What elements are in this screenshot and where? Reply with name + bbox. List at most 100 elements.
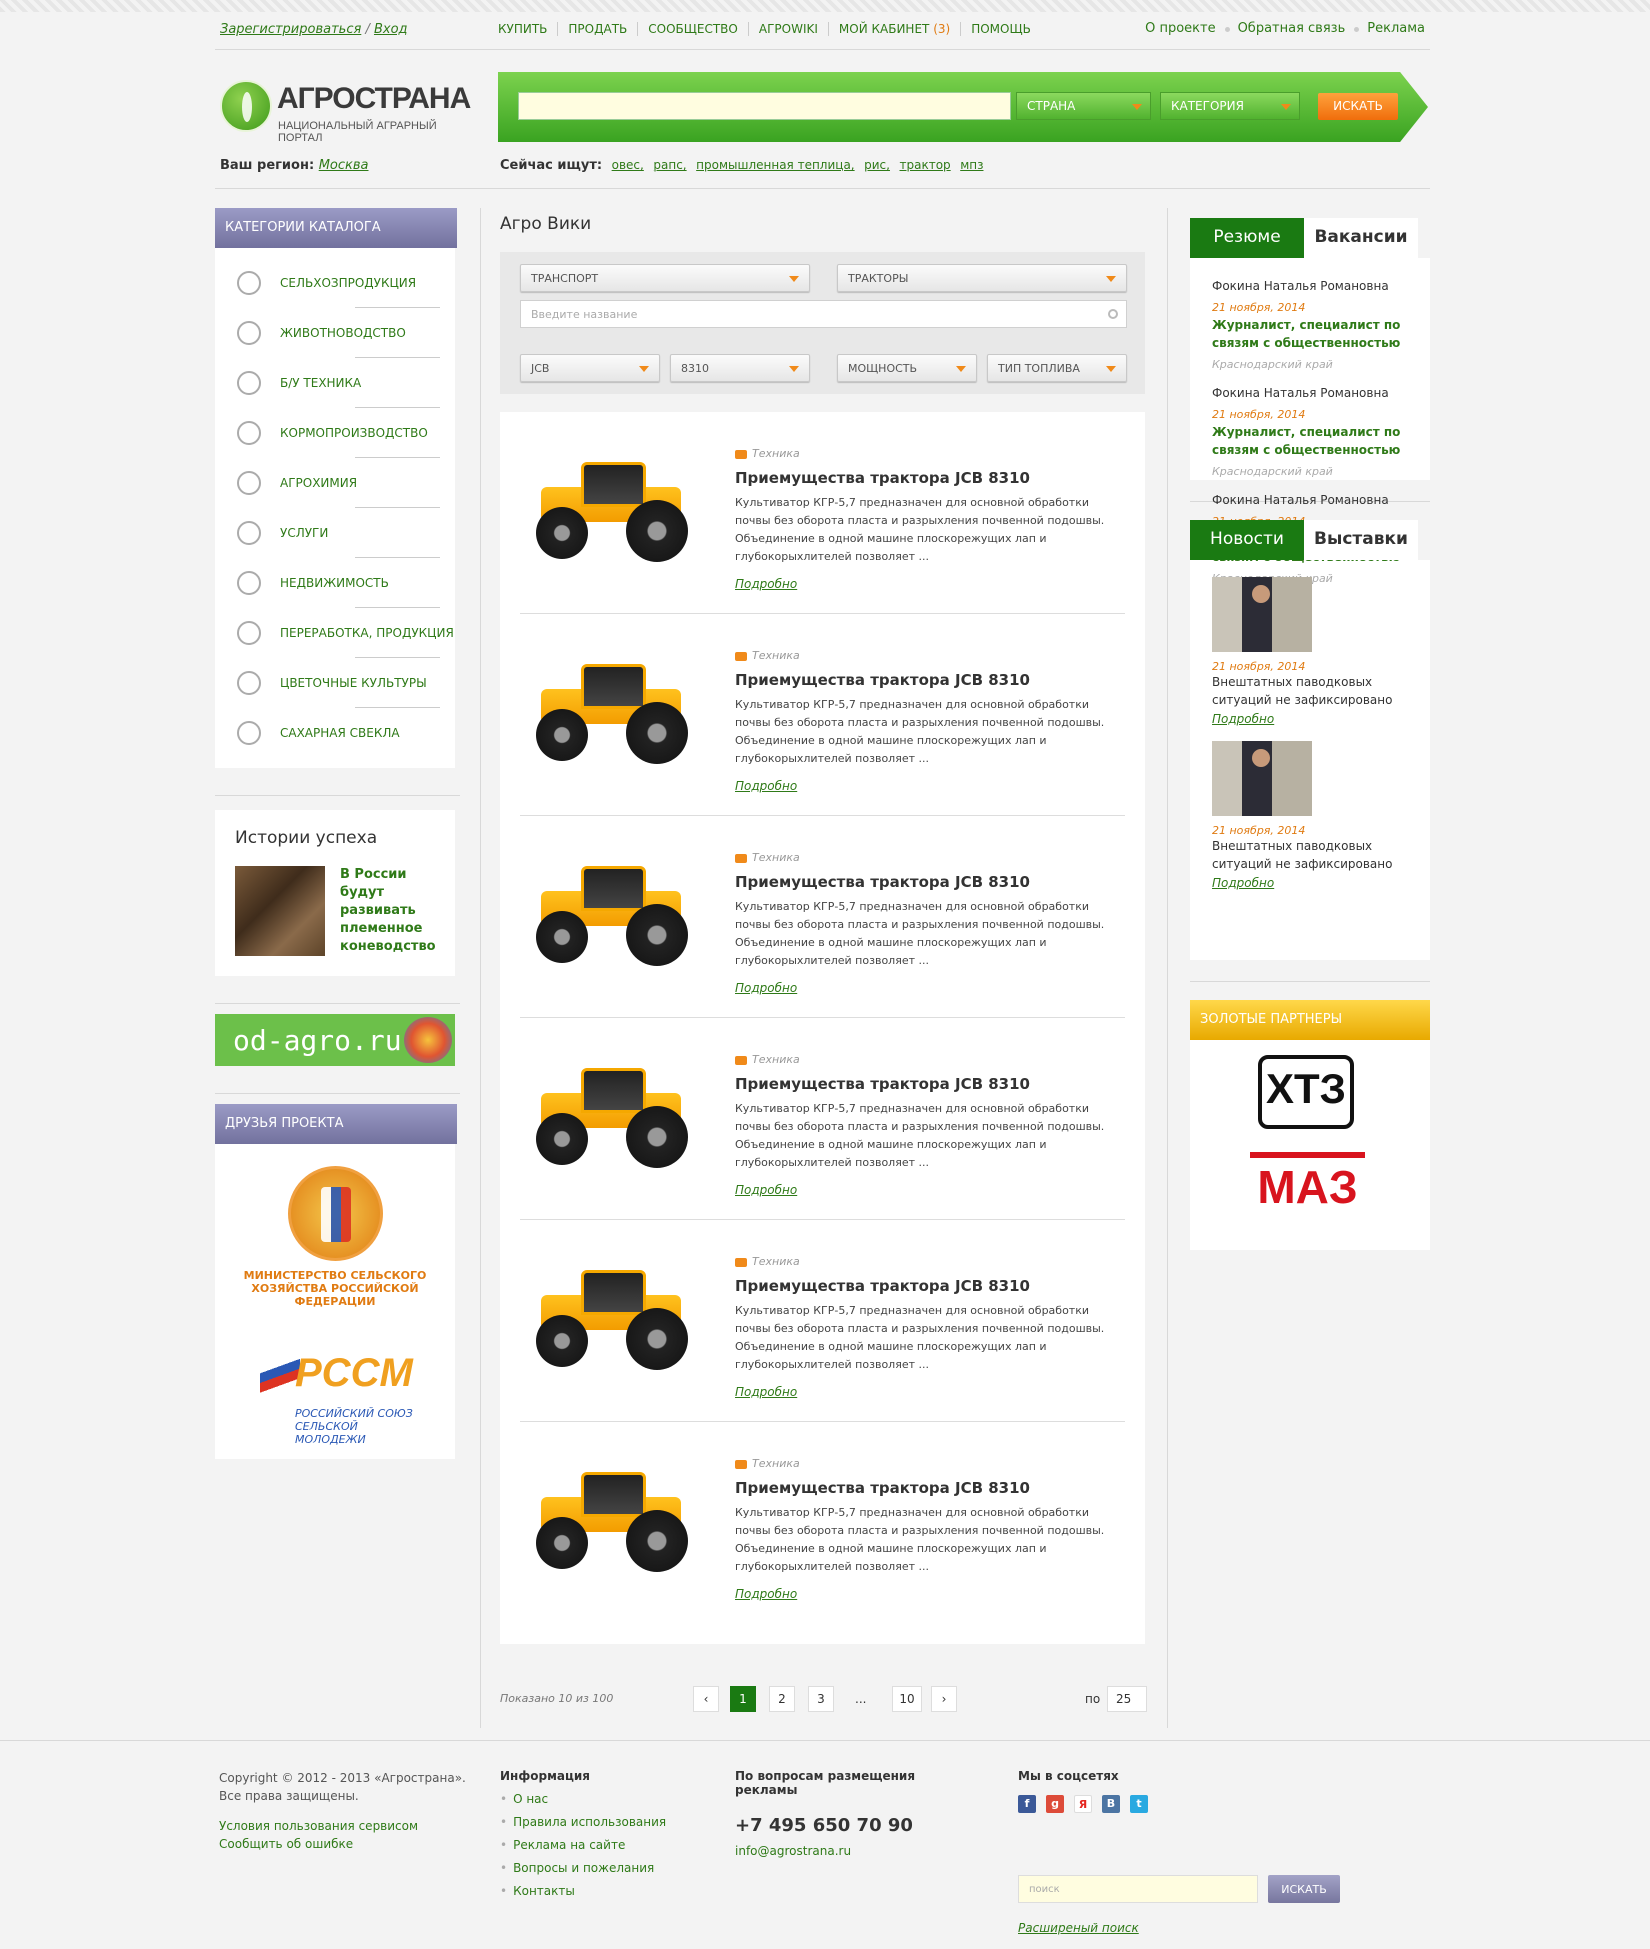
brand-filter[interactable]: JCB	[520, 354, 660, 382]
nav-agrowiki[interactable]: АГРОWIKI	[749, 22, 829, 36]
tab-exhibitions[interactable]: Выставки	[1304, 520, 1418, 560]
seeking-term[interactable]: мпз	[960, 158, 983, 172]
rssm-logo[interactable]: РССМ РОССИЙСКИЙ СОЮЗ СЕЛЬСКОЙ МОЛОДЕЖИ	[255, 1339, 415, 1449]
nav-community[interactable]: СООБЩЕСТВО	[638, 22, 749, 36]
page-button[interactable]: 2	[769, 1686, 795, 1712]
footer-search-input[interactable]: поиск	[1018, 1875, 1258, 1903]
nav-sell[interactable]: ПРОДАТЬ	[558, 22, 639, 36]
resume-position[interactable]: Журналист, специалист по связям с общест…	[1212, 316, 1408, 352]
catalog-item-used-machinery[interactable]: Б/У ТЕХНИКА	[215, 358, 455, 408]
region-link[interactable]: Москва	[319, 158, 369, 173]
catalog-item-processing[interactable]: ПЕРЕРАБОТКА, ПРОДУКЦИЯ	[215, 608, 455, 658]
seeking-term[interactable]: овес,	[612, 158, 644, 172]
page-button-last[interactable]: 10	[892, 1686, 922, 1712]
tractor-image[interactable]	[526, 1462, 696, 1572]
seeking-term[interactable]: рис,	[864, 158, 890, 172]
catalog-item-flowers[interactable]: ЦВЕТОЧНЫЕ КУЛЬТУРЫ	[215, 658, 455, 708]
tab-resume[interactable]: Резюме	[1190, 218, 1304, 258]
tractor-image[interactable]	[526, 452, 696, 562]
category-select[interactable]: КАТЕГОРИЯ	[1160, 92, 1300, 120]
news-photo[interactable]	[1212, 577, 1312, 652]
item-more-link[interactable]: Подробно	[735, 981, 797, 995]
tab-vacancies[interactable]: Вакансии	[1304, 218, 1418, 258]
list-item[interactable]: Фокина Наталья Романовна 21 ноября, 2014…	[1212, 371, 1408, 478]
model-filter[interactable]: 8310	[670, 354, 810, 382]
item-more-link[interactable]: Подробно	[735, 779, 797, 793]
catalog-item-agro-products[interactable]: СЕЛЬХОЗПРОДУКЦИЯ	[215, 258, 455, 308]
maz-logo[interactable]: МАЗ	[1250, 1152, 1365, 1222]
od-agro-banner[interactable]: od-agro.ru	[215, 1014, 455, 1066]
list-item[interactable]: Фокина Наталья Романовна 21 ноября, 2014…	[1212, 264, 1408, 371]
list-item[interactable]: 21 ноября, 2014 Внештатных паводковых си…	[1212, 741, 1408, 890]
feedback-link[interactable]: Обратная связь	[1224, 21, 1345, 36]
resume-position[interactable]: Журналист, специалист по связям с общест…	[1212, 423, 1408, 459]
ministry-emblem-icon[interactable]	[288, 1166, 383, 1261]
item-title[interactable]: Приемущества трактора JCB 8310	[735, 873, 1030, 891]
item-title[interactable]: Приемущества трактора JCB 8310	[735, 1479, 1030, 1497]
per-page-select[interactable]: 25	[1107, 1686, 1147, 1712]
about-link[interactable]: О проекте	[1145, 21, 1216, 36]
catalog-item-sugar-beet[interactable]: САХАРНАЯ СВЕКЛА	[215, 708, 455, 758]
seeking-term[interactable]: промышленная теплица,	[696, 158, 854, 172]
xtz-logo[interactable]: ХТЗ	[1258, 1055, 1354, 1129]
header-search-input[interactable]	[518, 92, 1011, 120]
twitter-icon[interactable]: t	[1130, 1795, 1148, 1813]
tractor-image[interactable]	[526, 654, 696, 764]
prev-page-chevron-left-icon[interactable]: ‹	[693, 1686, 719, 1712]
tractors-filter[interactable]: ТРАКТОРЫ	[837, 264, 1127, 292]
seeking-term[interactable]: трактор	[900, 158, 951, 172]
footer-link[interactable]: Вопросы и пожелания	[500, 1861, 666, 1875]
catalog-item-livestock[interactable]: ЖИВОТНОВОДСТВО	[215, 308, 455, 358]
vkontakte-icon[interactable]: B	[1102, 1795, 1120, 1813]
nav-help[interactable]: ПОМОЩЬ	[961, 22, 1041, 36]
terms-link[interactable]: Условия пользования сервисом	[219, 1817, 469, 1835]
item-title[interactable]: Приемущества трактора JCB 8310	[735, 469, 1030, 487]
name-search-input[interactable]: Введите название	[520, 300, 1127, 328]
item-more-link[interactable]: Подробно	[735, 1385, 797, 1399]
catalog-item-services[interactable]: УСЛУГИ	[215, 508, 455, 558]
footer-link[interactable]: Правила использования	[500, 1815, 666, 1829]
footer-search-button[interactable]: ИСКАТЬ	[1268, 1875, 1340, 1903]
item-title[interactable]: Приемущества трактора JCB 8310	[735, 1277, 1030, 1295]
login-link[interactable]: Вход	[374, 22, 408, 37]
advanced-search-link[interactable]: Расширеный поиск	[1018, 1921, 1139, 1935]
list-item[interactable]: 21 ноября, 2014 Внештатных паводковых си…	[1212, 577, 1408, 726]
nav-buy[interactable]: КУПИТЬ	[498, 22, 559, 36]
ads-link[interactable]: Реклама	[1354, 21, 1425, 36]
nav-cabinet[interactable]: МОЙ КАБИНЕТ (3)	[829, 22, 962, 36]
news-photo[interactable]	[1212, 741, 1312, 816]
success-story[interactable]: В России будут развивать племенное конев…	[215, 856, 455, 976]
footer-link[interactable]: О нас	[500, 1792, 666, 1806]
catalog-item-agrochemistry[interactable]: АГРОХИМИЯ	[215, 458, 455, 508]
news-more-link[interactable]: Подробно	[1212, 712, 1408, 726]
page-button[interactable]: 3	[808, 1686, 834, 1712]
catalog-item-feed[interactable]: КОРМОПРОИЗВОДСТВО	[215, 408, 455, 458]
tab-news[interactable]: Новости	[1190, 520, 1304, 560]
tractor-image[interactable]	[526, 1058, 696, 1168]
country-select[interactable]: СТРАНА	[1016, 92, 1151, 120]
item-title[interactable]: Приемущества трактора JCB 8310	[735, 671, 1030, 689]
header-search-button[interactable]: ИСКАТЬ	[1318, 93, 1398, 120]
seeking-term[interactable]: рапс,	[653, 158, 686, 172]
item-more-link[interactable]: Подробно	[735, 1587, 797, 1601]
register-link[interactable]: Зарегистрироваться	[220, 22, 361, 37]
transport-filter[interactable]: ТРАНСПОРТ	[520, 264, 810, 292]
report-error-link[interactable]: Сообщить об ошибке	[219, 1835, 469, 1853]
footer-link[interactable]: Реклама на сайте	[500, 1838, 666, 1852]
google-icon[interactable]: g	[1046, 1795, 1064, 1813]
site-logo[interactable]: АГРОСТРАНА НАЦИОНАЛЬНЫЙ АГРАРНЫЙ ПОРТАЛ	[220, 78, 480, 144]
power-filter[interactable]: МОЩНОСТЬ	[837, 354, 977, 382]
tractor-image[interactable]	[526, 1260, 696, 1370]
yandex-icon[interactable]: Я	[1074, 1795, 1092, 1813]
catalog-item-realty[interactable]: НЕДВИЖИМОСТЬ	[215, 558, 455, 608]
fuel-filter[interactable]: ТИП ТОПЛИВА	[987, 354, 1127, 382]
item-more-link[interactable]: Подробно	[735, 577, 797, 591]
email-link[interactable]: info@agrostrana.ru	[735, 1844, 935, 1858]
news-more-link[interactable]: Подробно	[1212, 876, 1408, 890]
tractor-image[interactable]	[526, 856, 696, 966]
item-title[interactable]: Приемущества трактора JCB 8310	[735, 1075, 1030, 1093]
facebook-icon[interactable]: f	[1018, 1795, 1036, 1813]
item-more-link[interactable]: Подробно	[735, 1183, 797, 1197]
footer-link[interactable]: Контакты	[500, 1884, 666, 1898]
next-page-chevron-right-icon[interactable]: ›	[931, 1686, 957, 1712]
